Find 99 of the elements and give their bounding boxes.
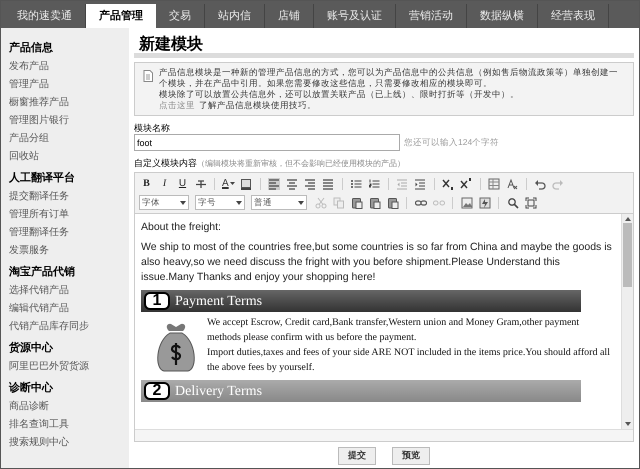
sidebar-link[interactable]: 阿里巴巴外贸货源 <box>9 358 89 376</box>
sidebar-link[interactable]: 商品诊断 <box>9 398 49 416</box>
table-button[interactable] <box>486 176 502 191</box>
nav-tab[interactable]: 站内信 <box>205 4 265 28</box>
nav-tab[interactable]: 经营表现 <box>538 4 609 28</box>
sidebar-link[interactable]: 编辑代销产品 <box>9 300 69 318</box>
fullscreen-button[interactable] <box>523 195 538 210</box>
underline-button[interactable]: U <box>175 176 190 191</box>
align-left-button[interactable] <box>266 176 282 191</box>
document-icon <box>143 70 153 82</box>
table-icon <box>488 178 500 190</box>
numbered-list-icon <box>368 178 380 190</box>
sidebar-link[interactable]: 管理图片银行 <box>9 112 69 130</box>
scrollbar[interactable] <box>621 214 633 429</box>
nav-tab[interactable]: 店铺 <box>265 4 314 28</box>
nav-tab[interactable]: 账号及认证 <box>314 4 396 28</box>
highlight-color-icon <box>240 178 252 190</box>
form-button[interactable]: 预览 <box>392 447 430 465</box>
sidebar-link[interactable]: 管理所有订单 <box>9 206 69 224</box>
paste-text-icon <box>368 196 380 208</box>
redo-icon <box>552 178 564 190</box>
image-icon <box>460 196 472 208</box>
undo-icon <box>534 178 546 190</box>
form-button[interactable]: 提交 <box>338 447 376 465</box>
sidebar-link[interactable]: 选择代销产品 <box>9 282 69 300</box>
superscript-button[interactable] <box>458 176 474 191</box>
sidebar-heading: 淘宝产品代销 <box>9 264 76 280</box>
info-text: 了解产品信息模块使用技巧。 <box>199 100 316 111</box>
field-label: 自定义模块内容 <box>134 157 197 170</box>
nav-tab[interactable]: 产品管理 <box>86 4 156 28</box>
name-input[interactable]: foot <box>134 134 400 151</box>
bulleted-list-icon <box>350 178 362 190</box>
strikethrough-icon <box>194 178 206 190</box>
nav-tab[interactable]: 数据纵横 <box>467 4 538 28</box>
info-text: 产品信息模块是一种新的管理产品信息的方式，您可以为产品信息中的公共信息（例如售后物流政策等）单独创建一个模块，并在产品中引用。如果您需要修改这些信息，只需要修改相应的模块即可。 <box>159 67 619 89</box>
sidebar-heading: 诊断中心 <box>9 380 54 396</box>
content-heading: About the freight: <box>141 220 222 234</box>
flash-button[interactable] <box>477 195 492 210</box>
sidebar-link[interactable]: 产品分组 <box>9 130 49 148</box>
sidebar-link[interactable]: 管理翻译任务 <box>9 224 69 242</box>
bold-button[interactable]: B <box>139 176 154 191</box>
section-number: 2 <box>144 382 170 400</box>
sidebar-link[interactable]: 排名查询工具 <box>9 416 69 434</box>
italic-button[interactable]: I <box>157 176 172 191</box>
up-arrow-icon <box>624 217 630 221</box>
justify-icon <box>322 178 334 190</box>
dropdown[interactable]: 字号 <box>195 195 245 210</box>
align-center-icon <box>286 178 298 190</box>
cut-icon <box>314 196 326 208</box>
image-button[interactable] <box>459 195 474 210</box>
paste-icon <box>350 196 362 208</box>
sidebar-heading: 产品信息 <box>9 40 54 56</box>
content-paragraph: We ship to most of the countries free,but some countries is so far from China and maybe the goods is also heavy,so we need discuss the fright with you before shipment.Please Understand this issue.Many Thanks and enjoy your shopping here! <box>141 240 613 285</box>
superscript-icon <box>460 178 472 190</box>
nav-tab[interactable]: 交易 <box>156 4 205 28</box>
sidebar-link[interactable]: 提交翻译任务 <box>9 188 69 206</box>
sidebar-heading: 人工翻译平台 <box>9 170 76 186</box>
caret-icon <box>298 200 304 204</box>
char-count-hint: 您还可以输入124个字符 <box>404 136 500 149</box>
dropdown[interactable]: 字体 <box>139 195 189 210</box>
copy-icon <box>332 196 344 208</box>
caret-icon <box>180 200 186 204</box>
sidebar-link[interactable]: 发布产品 <box>9 58 49 76</box>
paste-button[interactable] <box>349 195 364 210</box>
caret-icon <box>236 200 242 204</box>
sidebar-link[interactable]: 橱窗推荐产品 <box>9 94 69 112</box>
font-color-button[interactable]: A <box>221 176 236 191</box>
paste-text-button[interactable] <box>367 195 382 210</box>
outdent-icon <box>396 178 408 190</box>
info-text: 模块除了可以放置公共信息外，还可以放置关联产品（已上线）、限时打折等（开发中）。 <box>159 89 520 100</box>
sidebar-link[interactable]: 代销产品库存同步 <box>9 318 89 336</box>
scrollbar-thumb[interactable] <box>623 223 632 287</box>
caret-icon <box>230 182 235 186</box>
paste-word-button[interactable] <box>385 195 400 210</box>
field-label: 模块名称 <box>134 122 171 134</box>
nav-tab[interactable]: 营销活动 <box>396 4 467 28</box>
highlight-color-button[interactable] <box>238 176 254 191</box>
section-title: Payment Terms <box>175 292 262 310</box>
flash-icon <box>478 196 490 208</box>
dropdown[interactable]: 普通 <box>251 195 307 210</box>
section-number: 1 <box>144 292 170 310</box>
sidebar-link[interactable]: 搜索规则中心 <box>9 434 69 452</box>
sidebar-link[interactable]: 发票服务 <box>9 242 49 260</box>
indent-icon <box>414 178 426 190</box>
clear-format-button[interactable] <box>504 176 520 191</box>
down-arrow-icon <box>624 422 630 426</box>
sidebar-link[interactable]: 回收站 <box>9 148 39 166</box>
align-left-icon <box>268 178 280 190</box>
fullscreen-icon <box>524 196 536 208</box>
paste-word-icon <box>386 196 398 208</box>
align-right-icon <box>304 178 316 190</box>
field-note: （编辑模块将重新审核，但不会影响已经使用模块的产品） <box>197 158 405 170</box>
sidebar-link[interactable]: 管理产品 <box>9 76 49 94</box>
sidebar-heading: 货源中心 <box>9 340 54 356</box>
content-paragraph: We accept Escrow, Credit card,Bank transfer,Western union and Money Gram,other payment methods please confirm with us before the payment. <box>207 316 580 345</box>
subscript-icon <box>442 178 454 190</box>
section-title: Delivery Terms <box>175 382 262 400</box>
content-paragraph: Import duties,taxes and fees of your side ARE NOT included in the items price.You should afford all the above fees by yourself. <box>207 346 611 375</box>
clear-format-icon <box>506 178 518 190</box>
